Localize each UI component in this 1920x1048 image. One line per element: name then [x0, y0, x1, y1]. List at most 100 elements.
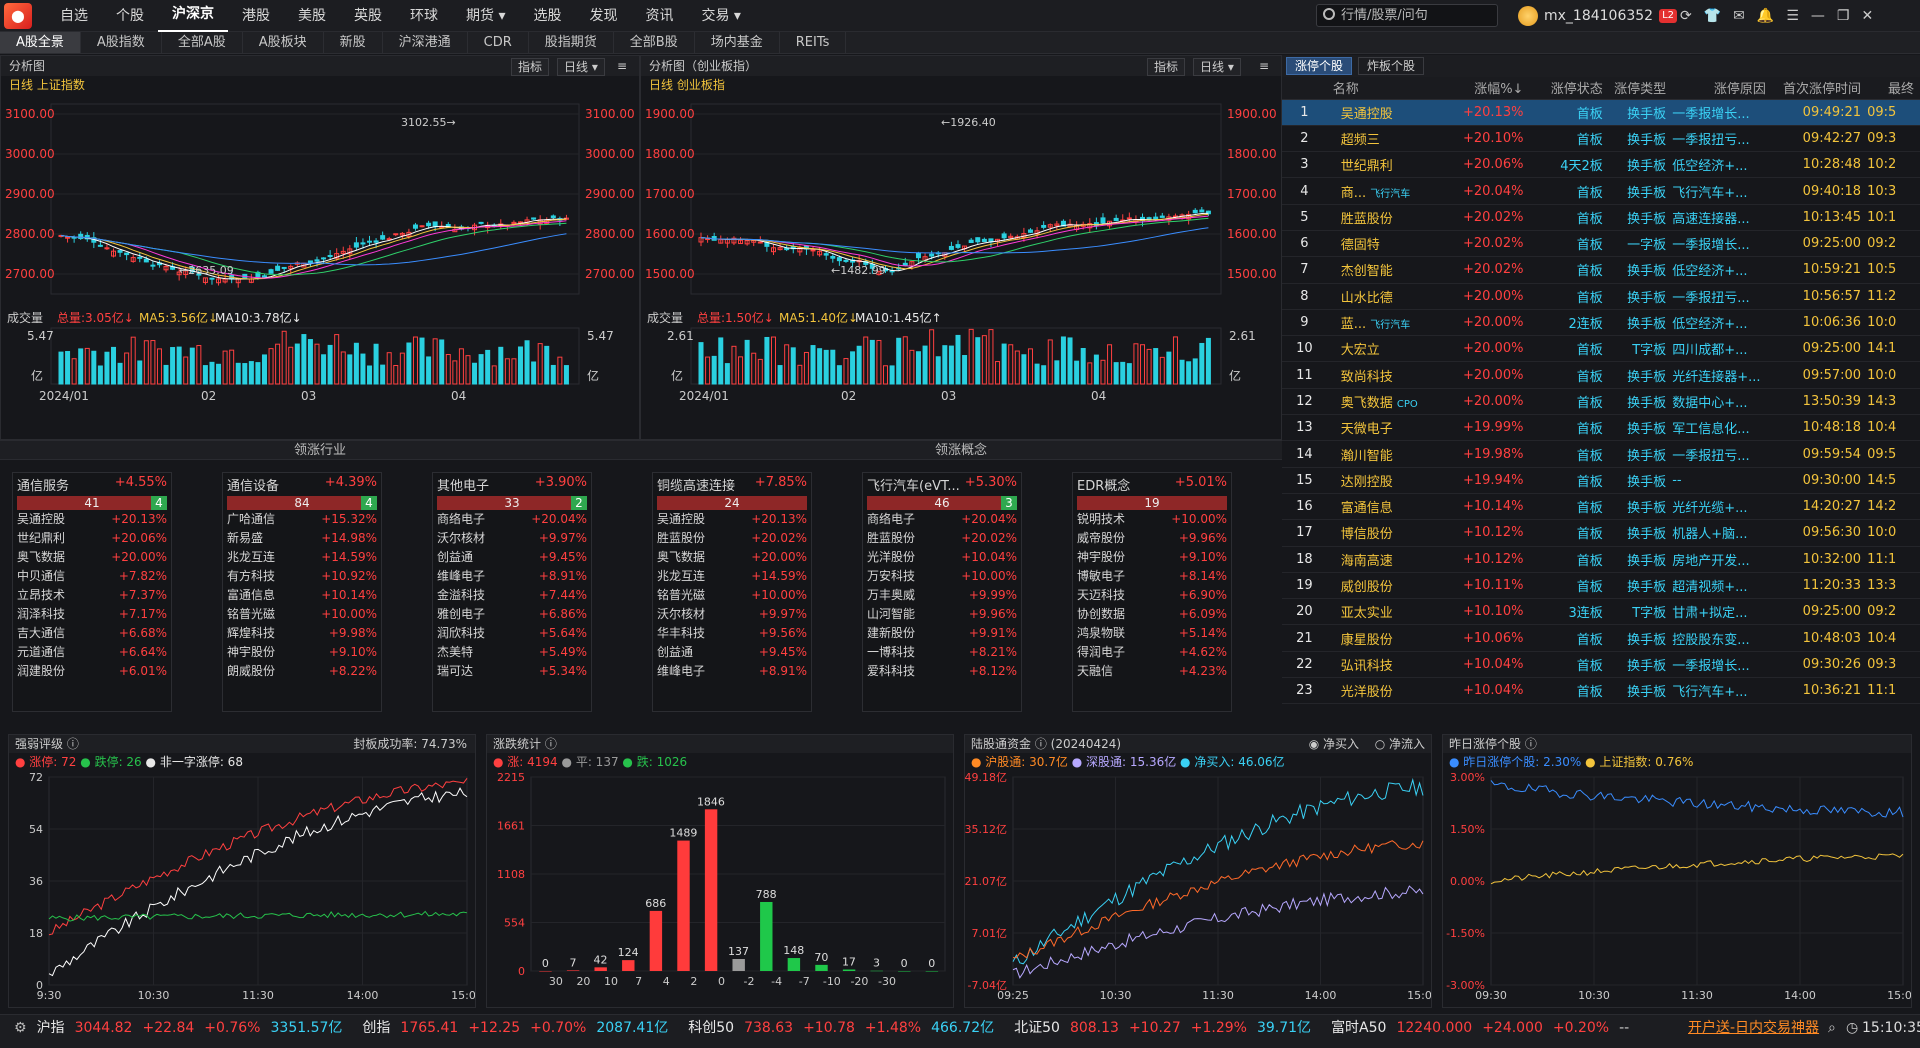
stock-row[interactable]: 兆龙互连 +14.59%	[653, 567, 811, 586]
kline-chart[interactable]: 1900.00 1900.00 1800.00 1800.00 1700.00 1700.…	[641, 94, 1281, 439]
stock-row[interactable]: 维峰电子 +8.91%	[653, 662, 811, 681]
stock-row[interactable]: 广哈通信 +15.32%	[223, 510, 381, 529]
nav-item[interactable]: 美股	[284, 0, 340, 32]
stock-row[interactable]: 瑞可达 +5.34%	[433, 662, 591, 681]
stock-row[interactable]: 沃尔核材 +9.97%	[653, 605, 811, 624]
table-row[interactable]: 9 蓝... 飞行汽车 +20.00% 2连板 换手板 低空经济+... 10:06:36 1…	[1282, 309, 1920, 337]
stock-row[interactable]: 万丰奥威 +9.99%	[863, 586, 1021, 605]
table-row[interactable]: 7 杰创智能 +20.02% 首板 换手板 低空经济+... 10:59:21 10:5	[1282, 256, 1920, 284]
settings-icon[interactable]: ⚙	[14, 1015, 27, 1041]
stock-row[interactable]: 光洋股份 +10.04%	[863, 548, 1021, 567]
refresh-icon[interactable]: ⟳	[1680, 0, 1692, 32]
sector-name[interactable]: EDR概念	[1077, 475, 1130, 494]
stock-row[interactable]: 铭普光磁 +10.00%	[223, 605, 381, 624]
stock-row[interactable]: 吴通控股 +20.13%	[653, 510, 811, 529]
stock-row[interactable]: 铭普光磁 +10.00%	[653, 586, 811, 605]
ticker-a50[interactable]: 富时A50 12240.000 +24.000 +0.20% --	[1331, 1015, 1639, 1041]
subtab[interactable]: 股指期货	[529, 32, 614, 53]
stock-row[interactable]: 沃尔核材 +9.97%	[433, 529, 591, 548]
stock-row[interactable]: 胜蓝股份 +20.02%	[863, 529, 1021, 548]
table-row[interactable]: 12 奥飞数据 CPO +20.00% 首板 换手板 数据中心+... 13:50:39 14…	[1282, 388, 1920, 416]
table-row[interactable]: 3 世纪鼎利 +20.06% 4天2板 换手板 低空经济+... 10:28:48 10:2	[1282, 151, 1920, 179]
subtab[interactable]: A股指数	[81, 32, 162, 53]
strength-chart[interactable]: 7254361809:3010:3011:3014:0015:00	[9, 771, 483, 1007]
table-row[interactable]: 8 山水比德 +20.00% 首板 换手板 一季报扭亏... 10:56:57 11:2	[1282, 283, 1920, 310]
table-row[interactable]: 20 亚太实业 +10.10% 3连板 T字板 甘肃+拟定... 09:25:00 09:2	[1282, 598, 1920, 626]
minimize-icon[interactable]: —	[1811, 0, 1825, 32]
stock-row[interactable]: 得润电子 +4.62%	[1073, 643, 1231, 662]
nav-item[interactable]: 自选	[46, 0, 102, 32]
indicator-button[interactable]: 指标	[511, 58, 550, 76]
subtab[interactable]: 全部B股	[614, 32, 695, 53]
table-row[interactable]: 5 胜蓝股份 +20.02% 首板 换手板 高速连接器... 10:13:45 10:1	[1282, 204, 1920, 231]
subtab[interactable]: 全部A股	[162, 32, 243, 53]
table-row[interactable]: 13 天微电子 +19.99% 首板 换手板 军工信息化... 10:48:18 10:4	[1282, 414, 1920, 442]
bell-icon[interactable]: 🔔	[1757, 0, 1774, 32]
period-dropdown[interactable]: 日线 ▾	[557, 58, 605, 76]
kline-chart[interactable]: 3100.00 3100.00 3000.00 3000.00 2900.00 2900.…	[1, 94, 639, 439]
nav-item[interactable]: 港股	[228, 0, 284, 32]
user-area[interactable]: mx_184106352 L2	[1518, 0, 1678, 32]
column-header[interactable]: 涨停状态	[1529, 77, 1609, 100]
column-header[interactable]: 最终	[1867, 77, 1920, 100]
nav-item[interactable]: 选股	[519, 0, 575, 32]
subtab[interactable]: 沪深港通	[383, 32, 468, 53]
column-header[interactable]	[1282, 77, 1333, 100]
stock-row[interactable]: 奥飞数据 +20.00%	[653, 548, 811, 567]
subtab[interactable]: A股板块	[243, 32, 324, 53]
mail-icon[interactable]: ✉	[1733, 0, 1745, 32]
stock-row[interactable]: 商络电子 +20.04%	[863, 510, 1021, 529]
stock-row[interactable]: 威帝股份 +9.96%	[1073, 529, 1231, 548]
table-row[interactable]: 11 致尚科技 +20.00% 首板 换手板 光纤连接器+... 09:57:00 10:0	[1282, 361, 1920, 389]
table-row[interactable]: 4 商... 飞行汽车 +20.04% 首板 换手板 飞行汽车+... 09:40:18 10…	[1282, 177, 1920, 205]
table-row[interactable]: 21 康星股份 +10.06% 首板 换手板 控股股东变... 10:48:03 10:4	[1282, 624, 1920, 652]
stock-row[interactable]: 锐明技术 +10.00%	[1073, 510, 1231, 529]
stock-row[interactable]: 元道通信 +6.64%	[13, 643, 171, 662]
stock-row[interactable]: 华丰科技 +9.56%	[653, 624, 811, 643]
stock-row[interactable]: 富通信息 +10.14%	[223, 586, 381, 605]
menu-icon[interactable]: ≡	[1259, 56, 1269, 76]
stock-row[interactable]: 爱科科技 +8.12%	[863, 662, 1021, 681]
close-icon[interactable]: ✕	[1861, 0, 1873, 32]
column-header[interactable]: 首次涨停时间	[1771, 77, 1868, 100]
period-dropdown[interactable]: 日线 ▾	[1193, 58, 1241, 76]
sector-name[interactable]: 铜缆高速连接	[657, 475, 735, 494]
column-header[interactable]: 涨幅%↓	[1429, 77, 1530, 100]
sector-name[interactable]: 通信服务	[17, 475, 69, 494]
stock-row[interactable]: 雅创电子 +6.86%	[433, 605, 591, 624]
sector-card[interactable]: 飞行汽车(eVT... +5.30% 46 3 商络电子 +20.04% 胜蓝股份 +20.0…	[862, 472, 1022, 712]
table-row[interactable]: 18 海南高速 +10.12% 首板 换手板 房地产开发... 10:32:00 11:1	[1282, 546, 1920, 573]
stock-row[interactable]: 杰美特 +5.49%	[433, 643, 591, 662]
sector-name[interactable]: 通信设备	[227, 475, 279, 494]
stock-row[interactable]: 世纪鼎利 +20.06%	[13, 529, 171, 548]
stock-row[interactable]: 建新股份 +9.91%	[863, 624, 1021, 643]
table-row[interactable]: 16 富通信息 +10.14% 首板 换手板 光纤光缆+... 14:20:27 14:2	[1282, 493, 1920, 521]
table-row[interactable]: 19 威创股份 +10.11% 首板 换手板 超清视频+... 11:20:33 13:3	[1282, 572, 1920, 600]
tab-broken-limit[interactable]: 炸板个股	[1358, 57, 1425, 75]
sector-name[interactable]: 飞行汽车(eVT...	[867, 475, 960, 494]
sector-card[interactable]: EDR概念 +5.01% 19 锐明技术 +10.00% 威帝股份 +9.96% 神宇股份 +9…	[1072, 472, 1232, 712]
search-input[interactable]: 行情/股票/问句	[1316, 4, 1498, 27]
table-row[interactable]: 6 德固特 +20.02% 首板 一字板 一季报增长... 09:25:00 09:2	[1282, 230, 1920, 258]
table-row[interactable]: 10 大宏立 +20.00% 首板 T字板 四川成都+... 09:25:00 14:1	[1282, 335, 1920, 363]
table-row[interactable]: 15 达刚控股 +19.94% 首板 换手板 -- 09:30:00 14:5	[1282, 467, 1920, 494]
subtab[interactable]: REITs	[780, 32, 847, 53]
sector-card[interactable]: 通信服务 +4.55% 41 4 吴通控股 +20.13% 世纪鼎利 +20.06% 奥飞数据 +…	[12, 472, 172, 712]
stock-row[interactable]: 兆龙互连 +14.59%	[223, 548, 381, 567]
username[interactable]: mx_184106352	[1544, 0, 1653, 32]
subtab[interactable]: 新股	[324, 32, 383, 53]
table-row[interactable]: 2 超频三 +20.10% 首板 换手板 一季报扭亏... 09:42:27 09:3	[1282, 125, 1920, 153]
stock-row[interactable]: 博敏电子 +8.14%	[1073, 567, 1231, 586]
stock-row[interactable]: 山河智能 +9.96%	[863, 605, 1021, 624]
stock-row[interactable]: 神宇股份 +9.10%	[223, 643, 381, 662]
stock-row[interactable]: 立昂技术 +7.37%	[13, 586, 171, 605]
menu-icon[interactable]: ☰	[1786, 0, 1799, 32]
promo-link[interactable]: 开户送-日内交易神器	[1688, 1015, 1819, 1041]
stock-row[interactable]: 一博科技 +8.21%	[863, 643, 1021, 662]
stock-row[interactable]: 创益通 +9.45%	[433, 548, 591, 567]
sector-card[interactable]: 铜缆高速连接 +7.85% 24 吴通控股 +20.13% 胜蓝股份 +20.02% 奥飞数据…	[652, 472, 812, 712]
stock-row[interactable]: 天迈科技 +6.90%	[1073, 586, 1231, 605]
stock-row[interactable]: 金溢科技 +7.44%	[433, 586, 591, 605]
stock-row[interactable]: 润欣科技 +5.64%	[433, 624, 591, 643]
ticker-cy[interactable]: 创指 1765.41 +12.25 +0.70% 2087.41亿	[362, 1015, 678, 1041]
